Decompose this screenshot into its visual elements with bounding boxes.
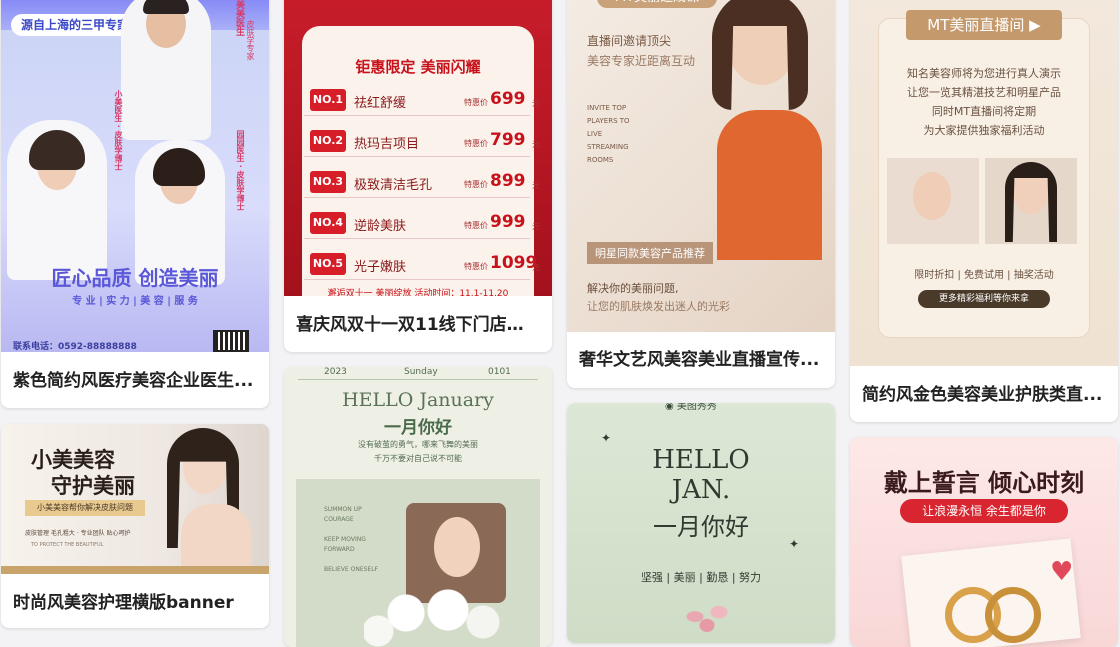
card-thumbnail[interactable]: 钜惠限定 美丽闪耀 NO.1 祛红舒缓 特惠价 699 元 NO.2 热玛吉项目 特惠价 79… <box>284 0 552 296</box>
feature-list: 限时折扣 | 免费试用 | 抽奖活动 <box>914 270 1054 281</box>
live-room-banner: MT美丽直播间 ▶ <box>906 10 1062 40</box>
doctor-photo <box>121 0 211 140</box>
template-card-double11[interactable]: 钜惠限定 美丽闪耀 NO.1 祛红舒缓 特惠价 699 元 NO.2 热玛吉项目 特惠价 79… <box>284 0 552 352</box>
product-tag: 明星同款美容产品推荐 <box>587 242 713 264</box>
template-card-medical[interactable]: 源自上海的三甲专家 美美医生 皮肤学专家 小美医生 · 皮肤学博士 园园医生 ·… <box>1 0 269 408</box>
quote-line: 没有破茧的勇气，哪来飞舞的美丽 <box>358 440 478 449</box>
headline: 戴上誓言 倾心时刻 <box>883 469 1085 497</box>
brand-logo: ◉ 美图秀秀 <box>665 403 717 412</box>
jan-heading: JAN. <box>671 475 731 505</box>
doctor-label: 小美医生 · 皮肤学博士 <box>114 90 123 171</box>
poster-heading: 钜惠限定 美丽闪耀 <box>355 58 481 76</box>
template-card-january[interactable]: 2023 Sunday 0101 HELLO January 一月你好 没有破茧… <box>284 367 552 647</box>
ring-icon <box>985 587 1041 643</box>
play-icon: ▶ <box>1029 16 1041 34</box>
cn-heading: 一月你好 <box>384 418 452 438</box>
card-title[interactable]: 紫色简约风医疗美容企业医生... <box>1 366 269 391</box>
template-card-banner[interactable]: 小美美容 守护美丽 小美美容帮你解决皮肤问题 皮肤管理 毛孔粗大 · 专业团队 … <box>1 424 269 628</box>
card-thumbnail[interactable]: 源自上海的三甲专家 美美医生 皮肤学专家 小美医生 · 皮肤学博士 园园医生 ·… <box>1 0 269 352</box>
poster-bottom: 让您的肌肤焕发出迷人的光彩 <box>587 300 730 313</box>
quote-line: 千万不要对自己说不可能 <box>374 454 462 463</box>
date-text: 0101 <box>488 367 511 377</box>
card-title[interactable]: 简约风金色美容美业护肤类直... <box>850 380 1118 405</box>
card-thumbnail[interactable]: MT美丽直播间 ▶ 知名美容师将为您进行真人演示 让您一览其精湛技艺和明星产品 同时… <box>850 0 1118 366</box>
card-thumbnail[interactable]: ◉ 美图秀秀 HELLO JAN. 一月你好 ✦ ✦ 坚强 | 美丽 | 勤恳 … <box>567 403 835 643</box>
day-text: Sunday <box>404 367 438 377</box>
tag-text: 皮肤管理 毛孔粗大 · 专业团队 贴心呵护 <box>25 530 131 537</box>
price-row: NO.3 极致清洁毛孔 特惠价 899 元 <box>304 168 540 198</box>
doctor-label: 皮肤学专家 <box>246 20 255 60</box>
card-title[interactable]: 时尚风美容护理横版banner <box>1 588 269 613</box>
model-photo <box>985 158 1077 244</box>
event-footer: 邂逅双十一 美丽绽放 活动时间：11.1-11.20 <box>327 289 509 296</box>
info-lines: 知名美容师将为您进行真人演示 让您一览其精湛技艺和明星产品 同时MT直播间将定期 为大… <box>907 67 1061 137</box>
hello-heading: HELLO January <box>342 389 494 411</box>
english-text: TO PROTECT THE BEAUTIFUL <box>31 542 104 548</box>
headline: 守护美丽 <box>51 474 135 498</box>
sub-banner: 小美美容帮你解决皮肤问题 <box>25 500 145 516</box>
price-row: NO.1 祛红舒缓 特惠价 699 元 <box>304 86 540 116</box>
qr-code-icon <box>213 330 249 352</box>
flower-bouquet <box>364 589 504 647</box>
sub-banner: 让浪漫永恒 余生都是你 <box>900 499 1068 523</box>
phone-number: 联系电话：0592-88888888 <box>13 342 137 352</box>
card-thumbnail[interactable]: 2023 Sunday 0101 HELLO January 一月你好 没有破茧… <box>284 367 552 647</box>
model-photo <box>887 158 979 244</box>
price-row: NO.5 光子嫩肤 特惠价 1099 元 <box>304 250 540 280</box>
card-title[interactable]: 喜庆风双十一双11线下门店营... <box>284 310 552 335</box>
card-thumbnail[interactable]: MT美丽速成课 直播间邀请顶尖 美容专家近距离互动 INVITE TOPPLAY… <box>567 0 835 332</box>
card-thumbnail[interactable]: 戴上誓言 倾心时刻 让浪漫永恒 余生都是你 ♥ <box>850 437 1118 647</box>
english-list: INVITE TOP PLAYERS TO LIVE STREAMING ROOMS <box>587 104 630 164</box>
doctor-label: 园园医生 · 皮肤学博士 <box>236 130 245 211</box>
keyword-list: 坚强 | 美丽 | 勤恳 | 努力 <box>640 571 762 584</box>
source-banner: 源自上海的三甲专家 <box>11 14 139 36</box>
model-photo <box>406 503 506 603</box>
sparkle-icon: ✦ <box>601 431 612 445</box>
tulip-flowers <box>677 599 737 643</box>
template-card-live-beauty[interactable]: MT美丽速成课 直播间邀请顶尖 美容专家近距离互动 INVITE TOPPLAY… <box>567 0 835 388</box>
model-photo <box>161 424 261 574</box>
slogan: 匠心品质 创造美丽 <box>51 266 219 290</box>
year-text: 2023 <box>324 367 347 377</box>
poster-line: 直播间邀请顶尖 <box>587 34 672 48</box>
hello-heading: HELLO <box>652 445 750 475</box>
heart-icon: ♥ <box>1050 557 1074 587</box>
sparkle-icon: ✦ <box>789 537 800 551</box>
side-text: SUMMON UP COURAGE KEEP MOVING FORWARD BELI… <box>324 506 379 573</box>
poster-bottom: 解决你的美丽问题, <box>587 282 679 295</box>
card-title[interactable]: 奢华文艺风美容美业直播宣传... <box>567 345 835 370</box>
price-row: NO.2 热玛吉项目 特惠价 799 元 <box>304 127 540 157</box>
card-thumbnail[interactable]: 小美美容 守护美丽 小美美容帮你解决皮肤问题 皮肤管理 毛孔粗大 · 专业团队 … <box>1 424 269 574</box>
cta-button: 更多精彩福利等你来拿 <box>918 290 1050 308</box>
template-card-gold-live[interactable]: MT美丽直播间 ▶ 知名美容师将为您进行真人演示 让您一览其精湛技艺和明星产品 同时… <box>850 0 1118 422</box>
price-row: NO.4 逆龄美肤 特惠价 999 元 <box>304 209 540 239</box>
app-logo-icon: ◉ <box>665 403 674 412</box>
doctor-photo <box>7 120 107 280</box>
template-card-wedding[interactable]: 戴上誓言 倾心时刻 让浪漫永恒 余生都是你 ♥ <box>850 437 1118 647</box>
model-photo <box>692 0 832 260</box>
poster-line: 美容专家近距离互动 <box>587 54 696 68</box>
template-card-jan-green[interactable]: ◉ 美图秀秀 HELLO JAN. 一月你好 ✦ ✦ 坚强 | 美丽 | 勤恳 … <box>567 403 835 643</box>
tagline: 专 业 | 实 力 | 美 容 | 服 务 <box>72 296 198 307</box>
